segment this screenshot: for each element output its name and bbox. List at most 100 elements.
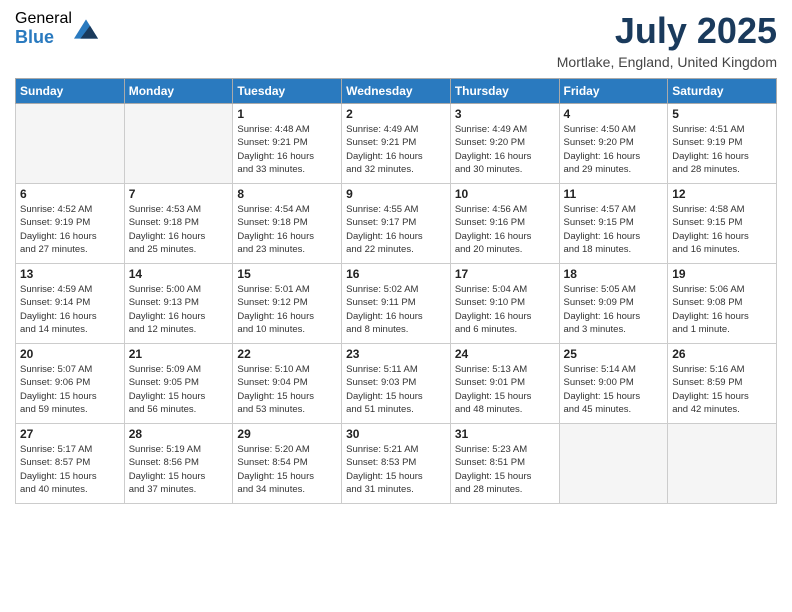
day-number: 3 <box>455 107 555 121</box>
calendar-cell: 6Sunrise: 4:52 AMSunset: 9:19 PMDaylight… <box>16 184 125 264</box>
day-info: Sunrise: 4:49 AMSunset: 9:20 PMDaylight:… <box>455 123 555 176</box>
day-info: Sunrise: 5:17 AMSunset: 8:57 PMDaylight:… <box>20 443 120 496</box>
week-row-4: 20 Sunrise: 5:07 AMSunset: 9:06 PMDayligh… <box>16 344 777 424</box>
day-number: 29 <box>237 427 337 441</box>
calendar-cell: 4Sunrise: 4:50 AMSunset: 9:20 PMDaylight… <box>559 104 668 184</box>
day-number: 24 <box>455 347 555 361</box>
calendar-cell <box>668 424 777 504</box>
day-number: 1 <box>237 107 337 121</box>
day-number: 16 <box>346 267 446 281</box>
calendar-cell: 7 Sunrise: 4:53 AMSunset: 9:18 PMDaylight… <box>124 184 233 264</box>
day-info: Sunrise: 5:04 AMSunset: 9:10 PMDaylight:… <box>455 283 555 336</box>
calendar-cell: 15Sunrise: 5:01 AMSunset: 9:12 PMDayligh… <box>233 264 342 344</box>
day-info: Sunrise: 5:01 AMSunset: 9:12 PMDaylight:… <box>237 283 337 336</box>
col-thursday: Thursday <box>450 79 559 104</box>
calendar-cell: 5 Sunrise: 4:51 AMSunset: 9:19 PMDaylight… <box>668 104 777 184</box>
calendar-cell <box>124 104 233 184</box>
logo-blue: Blue <box>15 28 72 48</box>
day-info: Sunrise: 4:48 AMSunset: 9:21 PMDaylight:… <box>237 123 337 176</box>
calendar-cell: 19 Sunrise: 5:06 AMSunset: 9:08 PMDayligh… <box>668 264 777 344</box>
day-number: 7 <box>129 187 229 201</box>
day-info: Sunrise: 5:20 AMSunset: 8:54 PMDaylight:… <box>237 443 337 496</box>
day-number: 13 <box>20 267 120 281</box>
calendar-cell: 24 Sunrise: 5:13 AMSunset: 9:01 PMDayligh… <box>450 344 559 424</box>
location: Mortlake, England, United Kingdom <box>557 54 777 70</box>
day-number: 30 <box>346 427 446 441</box>
day-info: Sunrise: 4:57 AMSunset: 9:15 PMDaylight:… <box>564 203 664 256</box>
calendar-cell: 25Sunrise: 5:14 AMSunset: 9:00 PMDayligh… <box>559 344 668 424</box>
day-number: 31 <box>455 427 555 441</box>
col-saturday: Saturday <box>668 79 777 104</box>
col-tuesday: Tuesday <box>233 79 342 104</box>
calendar-cell <box>16 104 125 184</box>
day-info: Sunrise: 5:09 AMSunset: 9:05 PMDaylight:… <box>129 363 229 416</box>
day-info: Sunrise: 4:49 AMSunset: 9:21 PMDaylight:… <box>346 123 446 176</box>
day-number: 2 <box>346 107 446 121</box>
day-info: Sunrise: 4:59 AMSunset: 9:14 PMDaylight:… <box>20 283 120 336</box>
day-number: 5 <box>672 107 772 121</box>
day-number: 9 <box>346 187 446 201</box>
day-info: Sunrise: 5:21 AMSunset: 8:53 PMDaylight:… <box>346 443 446 496</box>
logo-text: General Blue <box>15 10 72 47</box>
day-info: Sunrise: 5:05 AMSunset: 9:09 PMDaylight:… <box>564 283 664 336</box>
title-area: July 2025 Mortlake, England, United King… <box>557 10 777 70</box>
week-row-2: 6Sunrise: 4:52 AMSunset: 9:19 PMDaylight… <box>16 184 777 264</box>
calendar-cell: 22 Sunrise: 5:10 AMSunset: 9:04 PMDayligh… <box>233 344 342 424</box>
day-number: 14 <box>129 267 229 281</box>
calendar-cell: 30 Sunrise: 5:21 AMSunset: 8:53 PMDayligh… <box>342 424 451 504</box>
day-info: Sunrise: 5:10 AMSunset: 9:04 PMDaylight:… <box>237 363 337 416</box>
calendar-cell: 28Sunrise: 5:19 AMSunset: 8:56 PMDayligh… <box>124 424 233 504</box>
day-info: Sunrise: 5:02 AMSunset: 9:11 PMDaylight:… <box>346 283 446 336</box>
day-number: 17 <box>455 267 555 281</box>
day-info: Sunrise: 5:16 AMSunset: 8:59 PMDaylight:… <box>672 363 772 416</box>
col-sunday: Sunday <box>16 79 125 104</box>
day-number: 25 <box>564 347 664 361</box>
day-number: 18 <box>564 267 664 281</box>
calendar-cell: 17 Sunrise: 5:04 AMSunset: 9:10 PMDayligh… <box>450 264 559 344</box>
page: General Blue July 2025 Mortlake, England… <box>0 0 792 612</box>
calendar-cell: 14 Sunrise: 5:00 AMSunset: 9:13 PMDayligh… <box>124 264 233 344</box>
day-info: Sunrise: 4:54 AMSunset: 9:18 PMDaylight:… <box>237 203 337 256</box>
day-number: 23 <box>346 347 446 361</box>
day-info: Sunrise: 4:58 AMSunset: 9:15 PMDaylight:… <box>672 203 772 256</box>
logo-general: General <box>15 10 72 28</box>
calendar-cell: 8Sunrise: 4:54 AMSunset: 9:18 PMDaylight… <box>233 184 342 264</box>
calendar-table: Sunday Monday Tuesday Wednesday Thursday… <box>15 78 777 504</box>
calendar-cell <box>559 424 668 504</box>
day-number: 4 <box>564 107 664 121</box>
day-info: Sunrise: 4:53 AMSunset: 9:18 PMDaylight:… <box>129 203 229 256</box>
header: General Blue July 2025 Mortlake, England… <box>15 10 777 70</box>
calendar-cell: 3 Sunrise: 4:49 AMSunset: 9:20 PMDaylight… <box>450 104 559 184</box>
day-info: Sunrise: 5:00 AMSunset: 9:13 PMDaylight:… <box>129 283 229 336</box>
day-info: Sunrise: 4:51 AMSunset: 9:19 PMDaylight:… <box>672 123 772 176</box>
calendar-cell: 1 Sunrise: 4:48 AMSunset: 9:21 PMDaylight… <box>233 104 342 184</box>
day-number: 22 <box>237 347 337 361</box>
col-wednesday: Wednesday <box>342 79 451 104</box>
col-monday: Monday <box>124 79 233 104</box>
day-info: Sunrise: 5:06 AMSunset: 9:08 PMDaylight:… <box>672 283 772 336</box>
header-row: Sunday Monday Tuesday Wednesday Thursday… <box>16 79 777 104</box>
day-number: 27 <box>20 427 120 441</box>
day-number: 21 <box>129 347 229 361</box>
day-number: 28 <box>129 427 229 441</box>
day-number: 20 <box>20 347 120 361</box>
calendar-cell: 18 Sunrise: 5:05 AMSunset: 9:09 PMDayligh… <box>559 264 668 344</box>
week-row-1: 1 Sunrise: 4:48 AMSunset: 9:21 PMDaylight… <box>16 104 777 184</box>
day-info: Sunrise: 5:13 AMSunset: 9:01 PMDaylight:… <box>455 363 555 416</box>
day-number: 19 <box>672 267 772 281</box>
calendar-cell: 26Sunrise: 5:16 AMSunset: 8:59 PMDayligh… <box>668 344 777 424</box>
week-row-3: 13 Sunrise: 4:59 AMSunset: 9:14 PMDayligh… <box>16 264 777 344</box>
calendar-cell: 20 Sunrise: 5:07 AMSunset: 9:06 PMDayligh… <box>16 344 125 424</box>
day-info: Sunrise: 5:07 AMSunset: 9:06 PMDaylight:… <box>20 363 120 416</box>
calendar-cell: 16 Sunrise: 5:02 AMSunset: 9:11 PMDayligh… <box>342 264 451 344</box>
day-number: 10 <box>455 187 555 201</box>
day-info: Sunrise: 5:11 AMSunset: 9:03 PMDaylight:… <box>346 363 446 416</box>
day-info: Sunrise: 4:55 AMSunset: 9:17 PMDaylight:… <box>346 203 446 256</box>
month-title: July 2025 <box>557 10 777 52</box>
calendar-cell: 21 Sunrise: 5:09 AMSunset: 9:05 PMDayligh… <box>124 344 233 424</box>
day-info: Sunrise: 5:23 AMSunset: 8:51 PMDaylight:… <box>455 443 555 496</box>
calendar-cell: 23 Sunrise: 5:11 AMSunset: 9:03 PMDayligh… <box>342 344 451 424</box>
calendar-cell: 11 Sunrise: 4:57 AMSunset: 9:15 PMDayligh… <box>559 184 668 264</box>
day-number: 11 <box>564 187 664 201</box>
calendar-cell: 10Sunrise: 4:56 AMSunset: 9:16 PMDayligh… <box>450 184 559 264</box>
